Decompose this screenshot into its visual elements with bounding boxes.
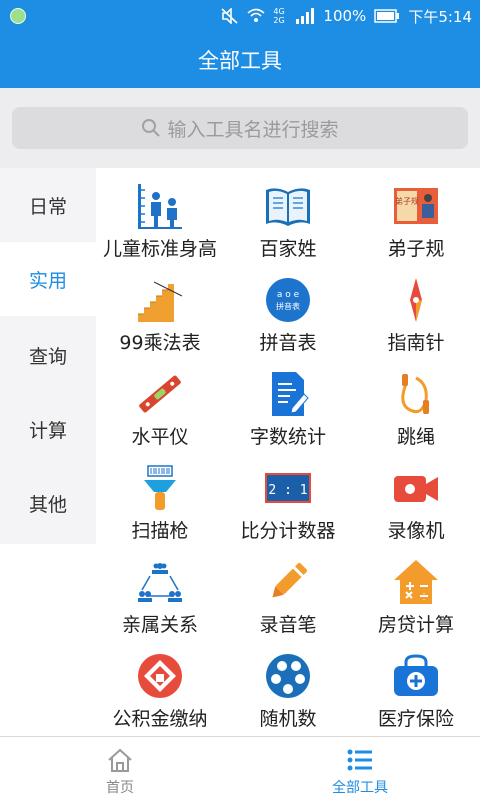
- tool-word-count[interactable]: 字数统计: [224, 356, 352, 450]
- jump-rope-icon: [401, 374, 429, 414]
- sidebar-item-label: 其他: [28, 493, 67, 516]
- search-input[interactable]: 输入工具名进行搜索: [12, 107, 468, 149]
- sidebar-item-query[interactable]: 查询: [0, 318, 96, 392]
- search-icon: [142, 119, 161, 137]
- tool-label: 比分计数器: [240, 520, 336, 542]
- home-icon: [108, 748, 132, 772]
- tool-scoreboard[interactable]: 2 : 1 比分计数器: [224, 450, 352, 544]
- battery-icon: [374, 9, 400, 23]
- tool-label: 字数统计: [249, 426, 326, 448]
- document-icon: [272, 372, 309, 416]
- sidebar-item-label: 日常: [28, 195, 67, 218]
- tool-label: 水平仪: [131, 426, 189, 448]
- scoreboard-icon: 2 : 1: [265, 473, 311, 503]
- compass-icon: [410, 278, 422, 322]
- tab-all-tools[interactable]: 全部工具: [240, 737, 480, 801]
- sidebar-item-other[interactable]: 其他: [0, 466, 96, 540]
- app-bar: 全部工具: [0, 32, 480, 88]
- tab-label: 首页: [106, 780, 134, 796]
- housing-fund-icon: [138, 654, 182, 698]
- tool-label: 公积金缴纳: [112, 708, 208, 730]
- tool-medical-insurance[interactable]: 医疗保险: [352, 638, 480, 732]
- tool-label: 弟子规: [387, 238, 445, 260]
- sidebar-item-daily[interactable]: 日常: [0, 168, 96, 242]
- category-sidebar: 日常 实用 查询 计算 其他: [0, 168, 96, 544]
- tool-label: 拼音表: [259, 332, 317, 354]
- status-bar: 4G 2G 100% 下午5:14: [0, 0, 480, 32]
- tool-level[interactable]: 水平仪: [96, 356, 224, 450]
- pinyin-top-text: a o e: [277, 290, 300, 300]
- notification-icon: [10, 8, 26, 24]
- search-area: 输入工具名进行搜索: [0, 88, 480, 168]
- tool-label: 扫描枪: [131, 520, 189, 542]
- house-calculator-icon: [394, 560, 438, 604]
- tab-label: 全部工具: [332, 780, 388, 796]
- tool-child-height[interactable]: 儿童标准身高: [96, 168, 224, 262]
- sidebar-item-label: 查询: [28, 345, 67, 368]
- tool-multiplication[interactable]: 99乘法表: [96, 262, 224, 356]
- tool-label: 医疗保险: [377, 708, 454, 730]
- page-title: 全部工具: [198, 49, 282, 73]
- tool-voice-pen[interactable]: 录音笔: [224, 544, 352, 638]
- wifi-icon: [247, 8, 265, 22]
- sidebar-item-practical[interactable]: 实用: [0, 242, 96, 316]
- tool-scanner[interactable]: 扫描枪: [96, 450, 224, 544]
- status-icons: 4G 2G 100% 下午5:14: [221, 0, 472, 32]
- scroll-book-icon: 弟子规: [394, 188, 438, 224]
- tool-label: 亲属关系: [121, 614, 198, 636]
- status-time: 下午5:14: [408, 7, 472, 26]
- bottom-tab-bar: 首页 全部工具: [0, 736, 480, 801]
- tool-jump-rope[interactable]: 跳绳: [352, 356, 480, 450]
- search-placeholder: 输入工具名进行搜索: [167, 118, 339, 141]
- pen-icon: [272, 563, 307, 598]
- tool-label: 随机数: [259, 708, 317, 730]
- pinyin-bottom-text: 拼音表: [276, 301, 300, 311]
- tool-label: 房贷计算: [377, 614, 454, 636]
- medical-bag-icon: [394, 654, 438, 696]
- tool-label: 跳绳: [396, 426, 435, 448]
- list-icon: [347, 749, 372, 771]
- tool-label: 99乘法表: [119, 332, 201, 354]
- tool-pinyin[interactable]: a o e 拼音表 拼音表: [224, 262, 352, 356]
- tool-label: 录像机: [387, 520, 445, 542]
- pinyin-icon: a o e 拼音表: [266, 278, 310, 322]
- tool-mortgage[interactable]: 房贷计算: [352, 544, 480, 638]
- multiplication-table-icon: [138, 281, 183, 322]
- score-text: 2 : 1: [268, 483, 307, 498]
- level-icon: [139, 375, 181, 413]
- video-camera-icon: [394, 476, 438, 502]
- tool-surnames[interactable]: 百家姓: [224, 168, 352, 262]
- sidebar-item-calculate[interactable]: 计算: [0, 392, 96, 466]
- sidebar-item-label: 计算: [28, 419, 67, 442]
- family-icon: [138, 563, 182, 602]
- child-height-icon: [138, 184, 182, 229]
- signal-icon: [296, 8, 315, 24]
- tool-dizigui[interactable]: 弟子规 弟子规: [352, 168, 480, 262]
- tool-video-recorder[interactable]: 录像机: [352, 450, 480, 544]
- tool-random-number[interactable]: 随机数: [224, 638, 352, 732]
- tool-housing-fund[interactable]: 公积金缴纳: [96, 638, 224, 732]
- random-number-icon: [266, 654, 310, 698]
- scroll-text: 弟子规: [395, 196, 419, 206]
- tab-home[interactable]: 首页: [0, 737, 240, 801]
- tool-label: 录音笔: [259, 614, 317, 636]
- sidebar-item-label: 实用: [28, 269, 67, 292]
- network-label: 4G 2G: [273, 7, 285, 25]
- barcode-scanner-icon: [144, 465, 176, 510]
- tool-compass[interactable]: 指南针: [352, 262, 480, 356]
- battery-percent: 100%: [323, 7, 367, 25]
- tool-label: 儿童标准身高: [102, 238, 217, 260]
- tool-label: 百家姓: [259, 238, 317, 260]
- tool-label: 指南针: [387, 332, 445, 354]
- tool-relatives[interactable]: 亲属关系: [96, 544, 224, 638]
- mute-icon: [221, 8, 238, 24]
- book-icon: [266, 188, 310, 226]
